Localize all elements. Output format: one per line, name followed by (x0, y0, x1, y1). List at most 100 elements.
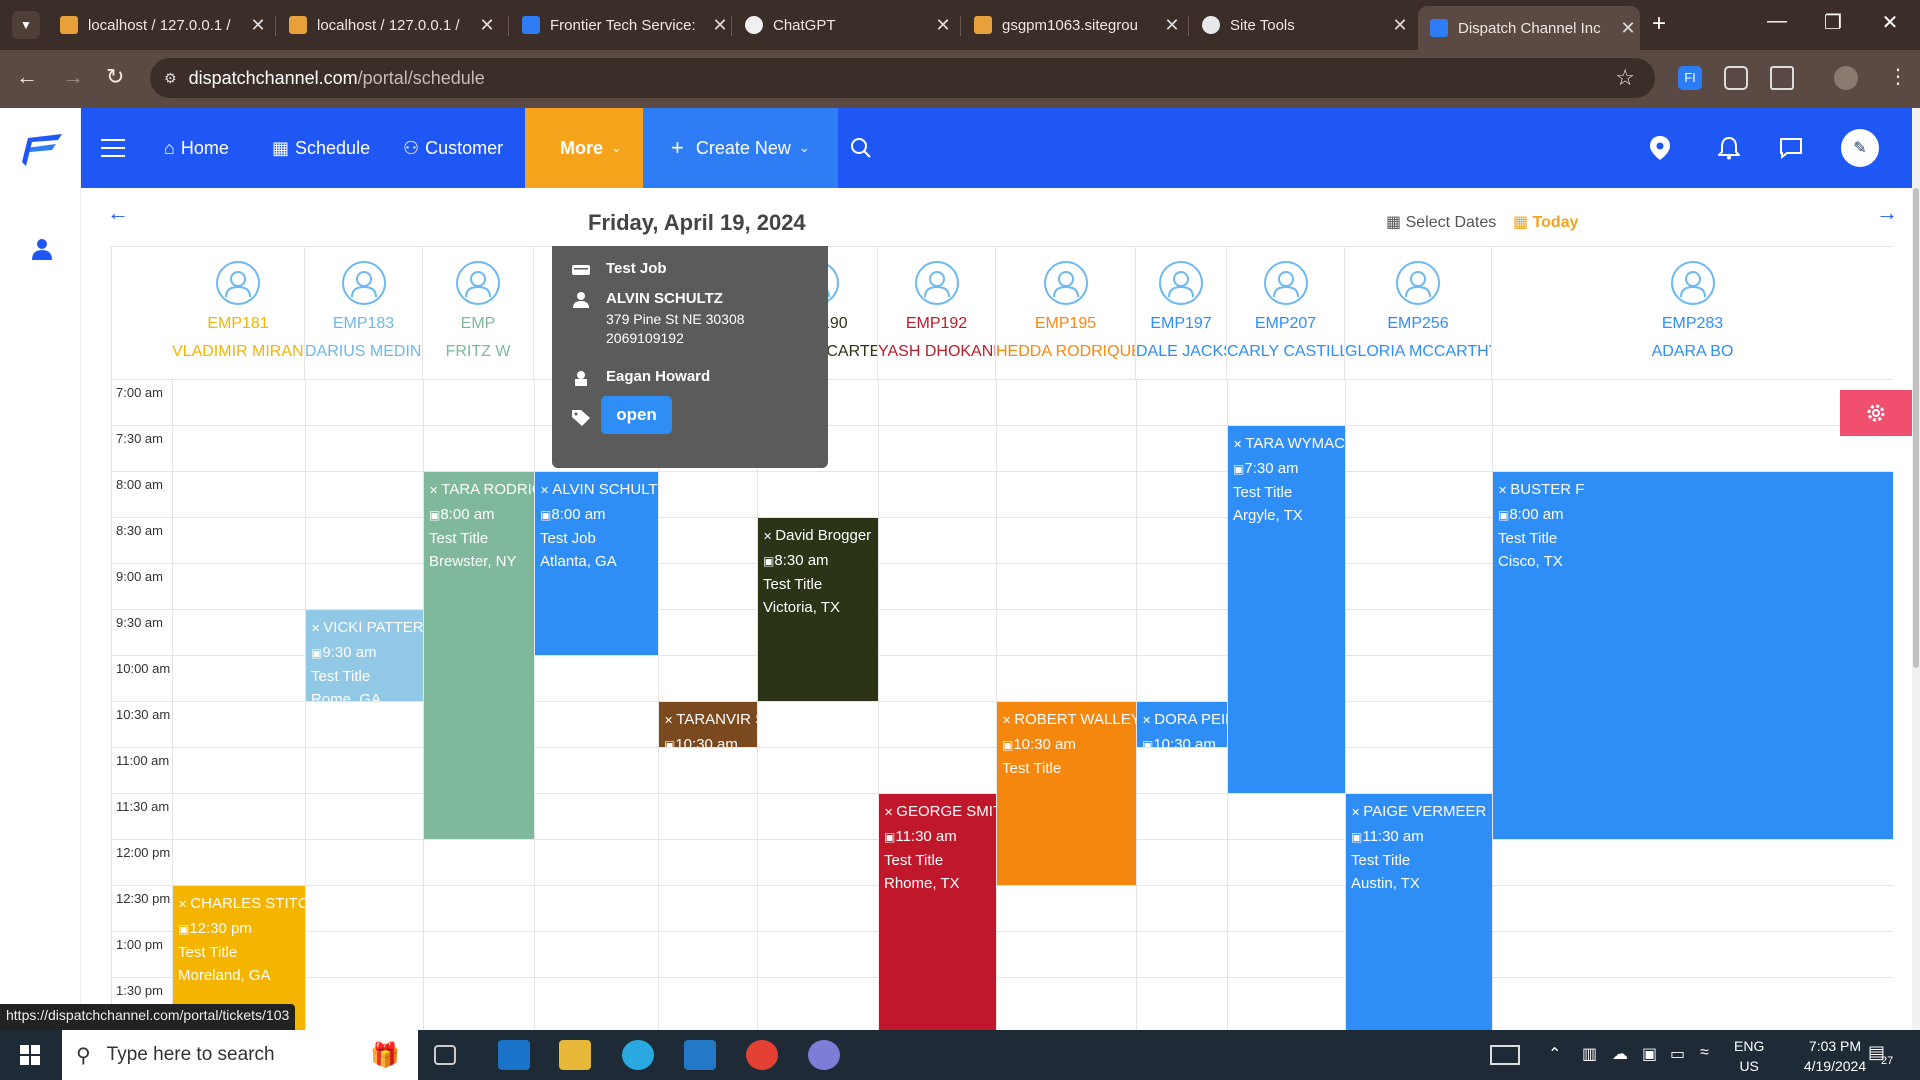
schedule-event-card[interactable]: BUSTER F8:00 am Test Title Cisco, TX (1493, 472, 1893, 839)
tray-screen-icon[interactable]: ▣ (1642, 1044, 1657, 1064)
schedule-event-card[interactable]: VICKI PATTERSON9:30 am Test Title Rome, GA (306, 610, 423, 701)
search-icon[interactable] (850, 108, 872, 188)
nav-customer[interactable]: ⚇ Customer (403, 108, 503, 188)
employee-column-header[interactable]: EMP FRITZ W (423, 247, 534, 379)
employee-column-header[interactable]: EMP283 ADARA BO (1492, 247, 1893, 379)
browser-tab-bar: ▼ localhost / 127.0.0.1 /✕ localhost / 12… (0, 0, 1920, 50)
profile-avatar-icon[interactable] (1834, 66, 1858, 90)
extension-frontier-icon[interactable]: FI (1678, 66, 1702, 90)
browser-tab[interactable]: localhost / 127.0.0.1 /✕ (277, 8, 499, 42)
browser-tab[interactable]: localhost / 127.0.0.1 /✕ (48, 8, 270, 42)
employee-column-header[interactable]: EMP181 VLADIMIR MIRANDA (172, 247, 305, 379)
schedule-event-card[interactable]: ALVIN SCHULTZ8:00 am Test Job Atlanta, GA (535, 472, 658, 655)
minimize-icon[interactable]: — (1757, 10, 1797, 33)
nav-schedule[interactable]: ▦ Schedule (272, 108, 370, 188)
phpmyadmin-icon (974, 16, 992, 34)
close-tab-icon[interactable]: ✕ (1388, 15, 1412, 36)
next-day-arrow-icon[interactable]: → (1876, 200, 1898, 226)
event-customer-name: ROBERT WALLEY (1002, 708, 1136, 733)
tab-separator (275, 16, 276, 36)
browser-tab[interactable]: ChatGPT ✕ (733, 8, 955, 42)
page-scrollbar[interactable] (1912, 108, 1920, 1030)
close-tab-icon[interactable]: ✕ (1616, 18, 1640, 39)
schedule-event-card[interactable]: TARA RODRIGU8:00 am Test Title Brewster, N… (424, 472, 534, 839)
browser-menu-icon[interactable]: ⋮ (1888, 64, 1908, 89)
tab-search-icon[interactable]: ▼ (12, 11, 40, 39)
phpmyadmin-icon (60, 16, 78, 34)
notification-center-icon[interactable]: ▤27 (1868, 1042, 1897, 1067)
wifi-icon[interactable]: ≈ (1700, 1044, 1709, 1062)
extensions-puzzle-icon[interactable] (1770, 66, 1794, 90)
schedule-event-card[interactable]: GEORGE SMITH11:30 am Test Title Rhome, TX (879, 794, 996, 1030)
back-icon[interactable]: ← (16, 64, 38, 90)
browser-tab[interactable]: Dispatch Channel Inc ✕ (1418, 6, 1640, 50)
employee-column-header[interactable]: EMP207 CARLY CASTILLO (1227, 247, 1345, 379)
employee-column-header[interactable]: EMP197 DALE JACKS (1136, 247, 1227, 379)
user-avatar[interactable]: ✎ (1841, 108, 1879, 188)
close-tab-icon[interactable]: ✕ (708, 15, 732, 36)
event-location: Victoria, TX (763, 599, 840, 616)
employee-column-header[interactable]: EMP183 DARIUS MEDINA (305, 247, 423, 379)
bell-icon[interactable] (1718, 108, 1740, 188)
previous-day-arrow-icon[interactable]: ← (107, 200, 129, 226)
schedule-event-card[interactable]: TARA WYMACK7:30 am Test Title Argyle, TX (1228, 426, 1345, 793)
chat-icon[interactable] (1779, 108, 1803, 188)
hamburger-menu-icon[interactable] (101, 108, 125, 188)
select-dates-button[interactable]: ▦ Select Dates (1386, 212, 1496, 232)
employee-column-header[interactable]: EMP195 HEDDA RODRIQUEZ (996, 247, 1136, 379)
site-info-icon[interactable]: ⚙ (164, 70, 177, 87)
schedule-event-card[interactable]: ROBERT WALLEY10:30 am Test Title (997, 702, 1136, 885)
user-icon[interactable] (32, 238, 52, 260)
taskbar-search-box[interactable]: ⚲ Type here to search 🎁 (62, 1030, 418, 1080)
system-clock[interactable]: 7:03 PM 4/19/2024 (1790, 1036, 1880, 1076)
schedule-event-card[interactable]: PAIGE VERMEER11:30 am Test Title Austin, T… (1346, 794, 1492, 1030)
create-new-dropdown[interactable]: + Create New ⌄ (643, 108, 838, 188)
settings-gear-icon[interactable] (1840, 390, 1912, 436)
today-button[interactable]: ▦ Today (1513, 212, 1579, 232)
chrome-icon[interactable] (746, 1040, 778, 1070)
close-tab-icon[interactable]: ✕ (475, 15, 499, 36)
clock-app-icon[interactable] (808, 1040, 840, 1070)
vscode-icon[interactable] (684, 1040, 716, 1070)
home-icon: ⌂ (164, 137, 175, 158)
schedule-event-card[interactable]: DORA PEINADO10:30 am (1137, 702, 1227, 747)
restore-icon[interactable]: ❐ (1813, 10, 1853, 35)
windows-start-icon[interactable] (20, 1045, 40, 1065)
schedule-event-card[interactable]: David Brogger8:30 am Test Title Victoria, … (758, 518, 878, 701)
tray-chevron-icon[interactable]: ⌃ (1548, 1044, 1561, 1064)
skype-icon[interactable] (622, 1040, 654, 1070)
outlook-icon[interactable] (498, 1040, 530, 1070)
map-pin-icon[interactable] (1650, 108, 1670, 188)
tray-app-icon[interactable]: ▥ (1582, 1044, 1597, 1064)
reload-icon[interactable]: ↻ (106, 64, 124, 90)
employee-column-header[interactable]: EMP256 GLORIA MCCARTHY1 (1345, 247, 1492, 379)
onedrive-icon[interactable]: ☁ (1612, 1044, 1628, 1064)
news-widget-icon[interactable] (1490, 1045, 1520, 1065)
bookmark-star-icon[interactable]: ☆ (1615, 65, 1635, 91)
browser-tab[interactable]: gsgpm1063.sitegrou ✕ (962, 8, 1184, 42)
schedule-event-card[interactable]: TARANVIR SI10:30 am (659, 702, 757, 747)
browser-tab[interactable]: Site Tools ✕ (1190, 8, 1412, 42)
status-open-badge[interactable]: open (601, 396, 672, 434)
current-date-title: Friday, April 19, 2024 (588, 210, 806, 235)
nav-home[interactable]: ⌂ Home (164, 108, 229, 188)
event-customer-name: PAIGE VERMEER (1351, 800, 1487, 825)
close-tab-icon[interactable]: ✕ (246, 15, 270, 36)
address-bar[interactable]: ⚙ dispatchchannel.com/portal/schedule ☆ (150, 58, 1655, 98)
time-slot-label: 11:00 am (116, 753, 170, 768)
close-tab-icon[interactable]: ✕ (1160, 15, 1184, 36)
forward-icon[interactable]: → (62, 64, 84, 90)
close-tab-icon[interactable]: ✕ (931, 15, 955, 36)
nav-more-dropdown[interactable]: More ⌄ (525, 108, 657, 188)
language-indicator[interactable]: ENG US (1734, 1036, 1764, 1076)
battery-icon[interactable]: ▭ (1670, 1044, 1685, 1064)
close-window-icon[interactable]: ✕ (1870, 10, 1910, 35)
employee-column-header[interactable]: EMP192 YASH DHOKANE (878, 247, 996, 379)
extension-wallet-icon[interactable] (1724, 66, 1748, 90)
dispatch-logo-icon[interactable] (22, 132, 64, 168)
file-explorer-icon[interactable] (559, 1040, 591, 1070)
new-tab-icon[interactable]: + (1652, 10, 1666, 38)
scrollbar-thumb[interactable] (1913, 188, 1919, 668)
task-view-icon[interactable] (434, 1045, 456, 1065)
browser-tab[interactable]: Frontier Tech Service: ✕ (510, 8, 732, 42)
